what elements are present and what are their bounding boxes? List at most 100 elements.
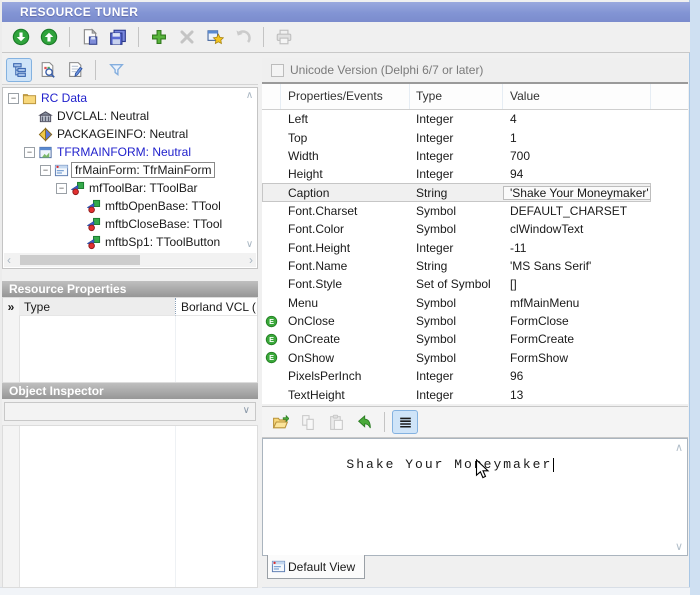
edit-resource-button[interactable] — [202, 25, 228, 49]
unicode-version-checkbox[interactable] — [271, 64, 284, 77]
property-row[interactable]: EOnCreateSymbolFormCreate — [262, 330, 688, 348]
tree-item[interactable]: − RC Data — [4, 89, 242, 107]
property-row[interactable]: TopInteger1 — [262, 128, 688, 146]
tree-expander[interactable]: − — [56, 183, 67, 194]
property-row[interactable]: EOnCloseSymbolFormClose — [262, 312, 688, 330]
property-row[interactable]: WidthInteger700 — [262, 147, 688, 165]
view-tab-bar: Default View — [262, 556, 688, 586]
property-row[interactable]: Font.CharsetSymbolDEFAULT_CHARSET — [262, 202, 688, 220]
property-value[interactable]: [] — [503, 277, 651, 291]
property-value[interactable]: FormClose — [503, 314, 651, 328]
scroll-left-icon[interactable] — [7, 253, 11, 267]
property-type: Integer — [410, 112, 503, 126]
property-value[interactable]: clWindowText — [503, 222, 651, 236]
editor-scroll-down-icon[interactable] — [675, 540, 683, 553]
tree-item-label[interactable]: PACKAGEINFO: Neutral — [57, 127, 188, 141]
editor-text[interactable]: Shake Your Moneymaker — [268, 442, 554, 487]
text-editor-button[interactable] — [62, 58, 88, 82]
tree-view-button[interactable] — [6, 58, 32, 82]
property-row[interactable]: Font.ColorSymbolclWindowText — [262, 220, 688, 238]
tree-item[interactable]: −PACKAGEINFO: Neutral — [4, 125, 242, 143]
tree-item[interactable]: −mftbOpenBase: TTool — [4, 197, 242, 215]
save-resource-to-file-button[interactable] — [77, 25, 103, 49]
window-title: RESOURCE TUNER — [20, 5, 138, 19]
open-up-button[interactable] — [36, 25, 62, 49]
object-inspector-header: Object Inspector — [2, 383, 258, 399]
tree-item[interactable]: −mftbCloseBase: TTool — [4, 215, 242, 233]
scroll-right-icon[interactable] — [249, 253, 253, 267]
scroll-up-icon[interactable] — [246, 90, 253, 101]
property-value[interactable]: 94 — [503, 167, 651, 181]
tree-item-label[interactable]: mftbSp1: TToolButton — [105, 235, 220, 249]
tree-horizontal-scrollbar[interactable] — [4, 253, 256, 267]
property-row[interactable]: TextHeightInteger13 — [262, 385, 688, 403]
property-value[interactable]: DEFAULT_CHARSET — [503, 204, 651, 218]
event-e-icon: E — [265, 315, 278, 328]
tree-item-label[interactable]: RC Data — [41, 91, 87, 105]
tree-item-label[interactable]: TFRMAINFORM: Neutral — [57, 145, 191, 159]
scrollbar-thumb[interactable] — [20, 255, 140, 265]
tree-item-label[interactable]: frMainForm: TfrMainForm — [71, 162, 215, 178]
event-gutter — [262, 202, 281, 220]
property-row[interactable]: CaptionString'Shake Your Moneymaker' — [262, 183, 688, 201]
property-value[interactable]: 'MS Sans Serif' — [503, 259, 651, 273]
property-value[interactable]: 4 — [503, 112, 651, 126]
apply-changes-button[interactable] — [351, 410, 377, 434]
open-button[interactable] — [267, 410, 293, 434]
save-all-icon — [109, 28, 127, 46]
property-type: Symbol — [410, 314, 503, 328]
tree-item[interactable]: − TFRMAINFORM: Neutral — [4, 143, 242, 161]
property-value[interactable]: 'Shake Your Moneymaker' — [503, 186, 651, 200]
property-row[interactable]: Font.StyleSet of Symbol[] — [262, 275, 688, 293]
tree-item[interactable]: − frMainForm: TfrMainForm — [4, 161, 242, 179]
tree-item-label[interactable]: mfToolBar: TToolBar — [89, 181, 198, 195]
scroll-down-icon[interactable] — [246, 239, 253, 250]
tree-vertical-scrollbar[interactable] — [243, 90, 256, 250]
property-value[interactable]: FormCreate — [503, 332, 651, 346]
property-value[interactable]: 13 — [503, 388, 651, 402]
resource-tree: −RC Data−DVCLAL: Neutral−PACKAGEINFO: Ne… — [2, 87, 258, 269]
property-value[interactable]: 1 — [503, 131, 651, 145]
tree-item[interactable]: −mftbSp1: TToolButton — [4, 233, 242, 251]
property-row[interactable]: Font.NameString'MS Sans Serif' — [262, 257, 688, 275]
editor-scroll-up-icon[interactable] — [675, 441, 683, 454]
property-row[interactable]: LeftInteger4 — [262, 110, 688, 128]
gutter-marker: » — [8, 300, 15, 314]
property-value[interactable]: -11 — [503, 241, 651, 255]
caption-editor[interactable]: Shake Your Moneymaker — [262, 438, 688, 556]
property-value[interactable]: 700 — [503, 149, 651, 163]
tree-item-label[interactable]: mftbOpenBase: TTool — [105, 199, 221, 213]
text-view-button[interactable] — [392, 410, 418, 434]
property-value[interactable]: mfMainMenu — [503, 296, 651, 310]
resource-property-value[interactable]: Borland VCL (... — [175, 298, 257, 316]
save-all-button[interactable] — [105, 25, 131, 49]
tree-item[interactable]: −DVCLAL: Neutral — [4, 107, 242, 125]
property-row[interactable]: Font.HeightInteger-11 — [262, 239, 688, 257]
tree-item[interactable]: − mfToolBar: TToolBar — [4, 179, 242, 197]
property-value[interactable]: FormShow — [503, 351, 651, 365]
paste-button — [323, 410, 349, 434]
property-row[interactable]: HeightInteger94 — [262, 165, 688, 183]
filter-button[interactable] — [103, 58, 129, 82]
property-row[interactable]: MenuSymbolmfMainMenu — [262, 294, 688, 312]
tab-default-view[interactable]: Default View — [267, 555, 365, 579]
property-name: Menu — [281, 296, 410, 310]
property-value[interactable]: 96 — [503, 369, 651, 383]
property-row[interactable]: EOnShowSymbolFormShow — [262, 349, 688, 367]
add-resource-button[interactable] — [146, 25, 172, 49]
tree-item-label[interactable]: mftbCloseBase: TTool — [105, 217, 222, 231]
tree-expander[interactable]: − — [24, 147, 35, 158]
tree-expander[interactable]: − — [40, 165, 51, 176]
resource-property-row[interactable]: Type Borland VCL (... — [19, 298, 257, 316]
save-down-button[interactable] — [8, 25, 34, 49]
title-bar[interactable]: RESOURCE TUNER — [2, 2, 690, 22]
tree-item-label[interactable]: DVCLAL: Neutral — [57, 109, 149, 123]
property-type: Set of Symbol — [410, 277, 503, 291]
tree-expander[interactable]: − — [8, 93, 19, 104]
resource-preview-button[interactable] — [34, 58, 60, 82]
property-type: Integer — [410, 149, 503, 163]
object-selector-dropdown[interactable] — [4, 402, 256, 421]
property-row[interactable]: PixelsPerInchInteger96 — [262, 367, 688, 385]
form2-icon — [54, 163, 69, 178]
folder-icon — [22, 91, 37, 106]
